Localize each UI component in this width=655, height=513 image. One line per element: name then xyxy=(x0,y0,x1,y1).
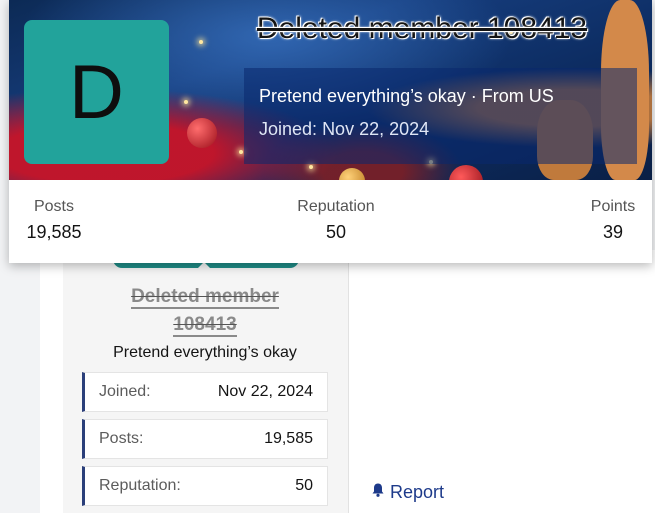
post-stat-joined: Joined: Nov 22, 2024 xyxy=(82,372,328,412)
post-stat-reputation: Reputation: 50 xyxy=(82,466,328,506)
report-button[interactable]: Report xyxy=(370,482,444,503)
stat-value: 19,585 xyxy=(26,222,82,242)
post-stat-label: Joined: xyxy=(99,383,151,400)
card-stat-posts[interactable]: Posts 19,585 xyxy=(24,198,84,243)
stat-value: 39 xyxy=(602,222,624,242)
joined-label: Joined: xyxy=(259,119,318,139)
post-username-link[interactable]: Deleted member 108413 xyxy=(85,283,325,339)
stat-label: Posts xyxy=(33,198,74,215)
profile-location: From US xyxy=(481,86,554,106)
profile-avatar[interactable]: D xyxy=(24,20,169,164)
bell-icon xyxy=(370,482,386,503)
post-user-title: Pretend everything’s okay xyxy=(113,344,297,361)
stat-label: Points xyxy=(590,198,636,215)
separator: · xyxy=(465,86,482,106)
joined-value: Nov 22, 2024 xyxy=(322,119,430,139)
post-stat-value: Nov 22, 2024 xyxy=(217,383,313,400)
stat-label: Reputation xyxy=(297,198,375,215)
post-stat-value: 50 xyxy=(295,477,313,494)
profile-info-box xyxy=(244,68,637,164)
profile-joined-line: Joined: Nov 22, 2024 xyxy=(259,119,429,140)
avatar-letter: D xyxy=(69,49,124,135)
stat-value: 50 xyxy=(325,222,347,242)
report-label[interactable]: Report xyxy=(390,482,444,503)
post-username-line1[interactable]: Deleted member xyxy=(131,286,279,309)
profile-title-line: Pretend everything’s okay · From US xyxy=(259,86,554,107)
post-username-line2[interactable]: 108413 xyxy=(173,314,237,337)
post-stat-value: 19,585 xyxy=(264,430,313,447)
post-stat-posts: Posts: 19,585 xyxy=(82,419,328,459)
member-tooltip-card: D Deleted member 108413 Pretend everythi… xyxy=(9,0,652,263)
post-stat-label: Reputation: xyxy=(99,477,181,494)
post-stat-label: Posts: xyxy=(99,430,144,447)
card-stat-points[interactable]: Points 39 xyxy=(581,198,645,243)
profile-username[interactable]: Deleted member 108413 xyxy=(242,12,602,46)
tooltip-arrow xyxy=(193,262,215,273)
card-stat-reputation[interactable]: Reputation 50 xyxy=(281,198,391,243)
profile-user-title: Pretend everything’s okay xyxy=(259,86,466,106)
